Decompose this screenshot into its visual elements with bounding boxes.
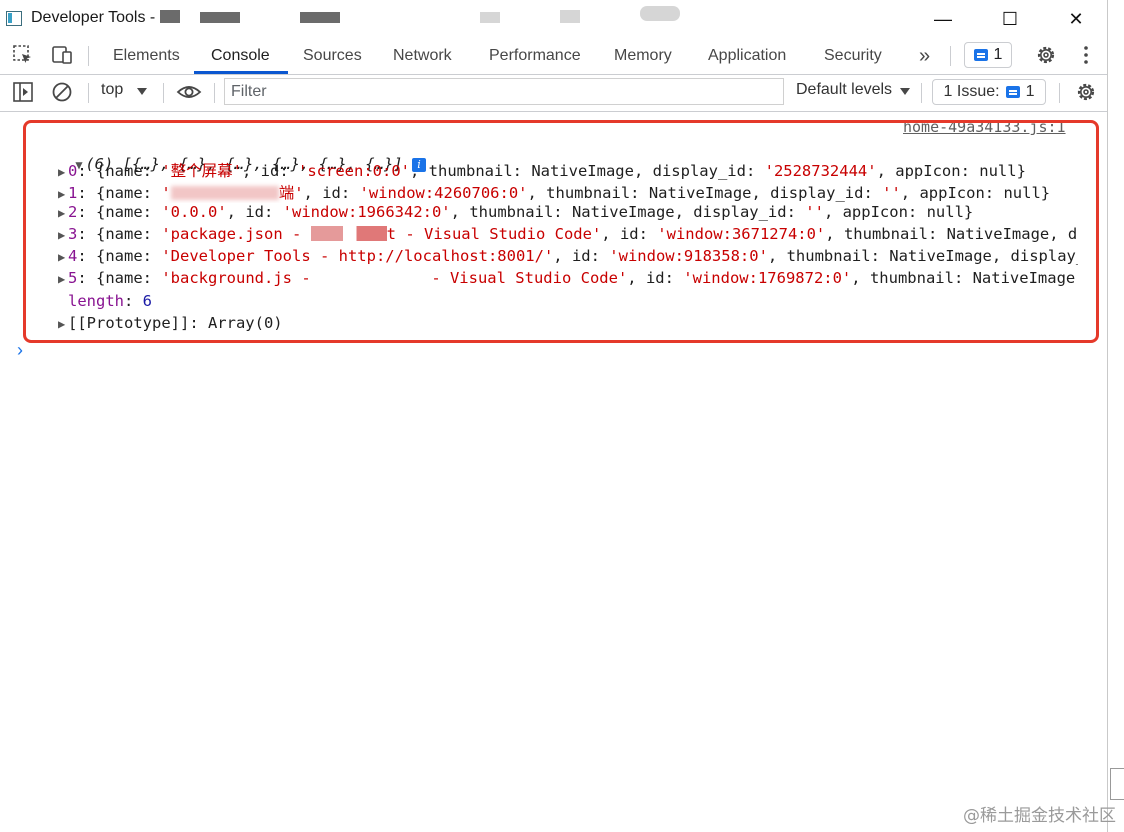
redacted-block — [300, 12, 340, 23]
more-tabs-chevron-icon[interactable]: » — [919, 38, 930, 74]
settings-gear-icon[interactable] — [1035, 44, 1057, 66]
live-expression-eye-icon[interactable] — [176, 81, 202, 103]
tab-network[interactable]: Network — [393, 38, 452, 74]
tab-security[interactable]: Security — [824, 38, 882, 74]
levels-dropdown-icon[interactable] — [899, 87, 911, 96]
redacted-block — [160, 10, 180, 23]
watermark: @稀土掘金技术社区 — [963, 806, 1116, 826]
device-toolbar-icon[interactable] — [51, 44, 73, 66]
app-icon — [6, 11, 22, 26]
clear-console-icon[interactable] — [51, 81, 73, 103]
issues-button[interactable]: 1 Issue: 1 — [932, 79, 1046, 105]
console-settings-gear-icon[interactable] — [1075, 81, 1097, 103]
filter-field[interactable] — [224, 78, 784, 105]
background-window-edge — [1110, 768, 1124, 800]
toolbar-divider — [163, 83, 164, 103]
tab-application[interactable]: Application — [708, 38, 786, 74]
red-highlight-annotation — [23, 120, 1099, 343]
message-icon — [973, 49, 988, 61]
tab-performance[interactable]: Performance — [489, 38, 581, 74]
tab-memory[interactable]: Memory — [614, 38, 672, 74]
redacted-block — [640, 6, 680, 21]
sidebar-toggle-icon[interactable] — [12, 81, 34, 103]
kebab-menu-icon[interactable] — [1075, 44, 1097, 66]
maximize-icon: ☐ — [1001, 8, 1019, 29]
issues-label: 1 Issue: — [943, 83, 1000, 100]
redacted-block — [200, 12, 240, 23]
minimize-button[interactable]: — — [920, 0, 966, 38]
tab-console[interactable]: Console — [211, 38, 270, 74]
log-levels-dropdown[interactable]: Default levels — [796, 81, 892, 99]
toolbar-divider — [88, 83, 89, 103]
redacted-block — [560, 10, 580, 23]
console-prompt-chevron-icon[interactable]: › — [17, 340, 23, 361]
tab-elements[interactable]: Elements — [113, 38, 180, 74]
toolbar-divider — [921, 83, 922, 103]
issue-message-icon — [1005, 86, 1020, 98]
redacted-block — [480, 12, 500, 23]
minimize-icon: — — [934, 8, 952, 29]
close-icon: ✕ — [1068, 8, 1084, 29]
tab-sources[interactable]: Sources — [303, 38, 362, 74]
maximize-button[interactable]: ☐ — [987, 0, 1033, 38]
context-dropdown-icon[interactable] — [136, 87, 148, 96]
window-title: Developer Tools - — [31, 9, 156, 26]
toolbar-divider — [950, 46, 951, 66]
messages-count: 1 — [993, 46, 1003, 63]
title-bar: Developer Tools - — ☐ ✕ — [0, 0, 1107, 38]
active-tab-indicator — [194, 71, 288, 74]
messages-button[interactable]: 1 — [964, 42, 1012, 68]
inspect-element-icon[interactable] — [12, 44, 34, 66]
toolbar-divider — [88, 46, 89, 66]
devtools-window: Developer Tools - — ☐ ✕ Elements Console… — [0, 0, 1108, 832]
toolbar-divider — [214, 83, 215, 103]
issues-count: 1 — [1025, 83, 1035, 100]
context-selector[interactable]: top — [101, 81, 123, 99]
toolbar-divider — [1059, 83, 1060, 103]
filter-input[interactable] — [225, 79, 783, 104]
close-button[interactable]: ✕ — [1053, 0, 1099, 38]
